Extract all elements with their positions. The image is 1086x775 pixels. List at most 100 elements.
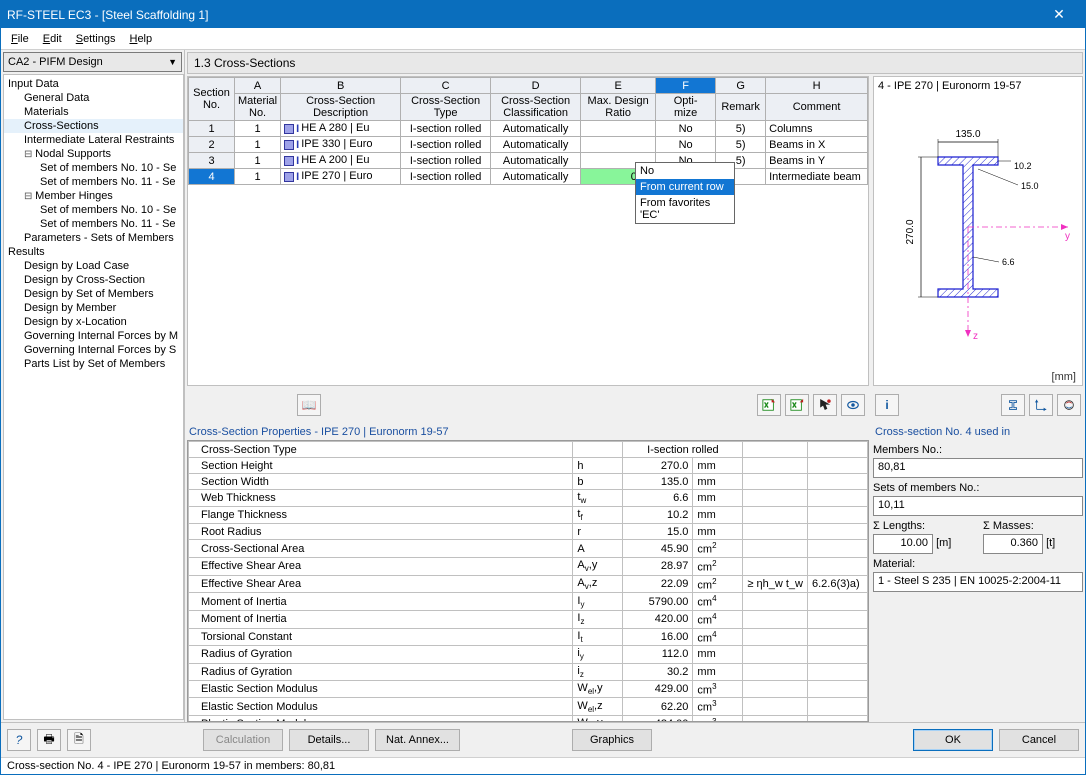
cell-type[interactable]: I-section rolled	[401, 121, 491, 137]
material-field[interactable]: 1 - Steel S 235 | EN 10025-2:2004-11	[873, 572, 1083, 592]
navigator-tree[interactable]: Input Data General Data Materials Cross-…	[3, 74, 184, 720]
sets-field[interactable]: 10,11	[873, 496, 1083, 516]
col-hdr[interactable]: Cross-SectionDescription	[281, 94, 401, 121]
cell-type[interactable]: I-section rolled	[401, 169, 491, 185]
col-letter[interactable]: D	[491, 78, 581, 94]
tree-item[interactable]: Design by Load Case	[4, 259, 183, 273]
col-letter-optimize[interactable]: F	[656, 78, 716, 94]
cancel-button[interactable]: Cancel	[999, 729, 1079, 751]
dropdown-option[interactable]: No	[636, 163, 734, 179]
tree-item[interactable]: Set of members No. 11 - Se	[4, 175, 183, 189]
cell-description[interactable]: IHE A 200 | Eu	[281, 153, 401, 169]
menu-settings[interactable]: Settings	[70, 31, 122, 47]
menu-edit[interactable]: Edit	[37, 31, 68, 47]
cell-material[interactable]: 1	[235, 169, 281, 185]
view-icon[interactable]	[841, 394, 865, 416]
nat-annex-button[interactable]: Nat. Annex...	[375, 729, 460, 751]
cell-material[interactable]: 1	[235, 137, 281, 153]
details-button[interactable]: Details...	[289, 729, 369, 751]
cross-sections-grid[interactable]: SectionNo. A B C D E F G H MaterialNo.	[187, 76, 869, 386]
menu-help[interactable]: Help	[123, 31, 158, 47]
cell-description[interactable]: IIPE 270 | Euro	[281, 169, 401, 185]
tree-item-cross-sections[interactable]: Cross-Sections	[4, 119, 183, 133]
dropdown-option[interactable]: From favorites 'EC'	[636, 195, 734, 223]
axes-icon[interactable]	[1029, 394, 1053, 416]
cell-remark[interactable]: 5)	[716, 121, 766, 137]
cell-material[interactable]: 1	[235, 153, 281, 169]
cell-type[interactable]: I-section rolled	[401, 137, 491, 153]
ok-button[interactable]: OK	[913, 729, 993, 751]
close-icon[interactable]: ✕	[1039, 5, 1079, 25]
col-hdr[interactable]: Remark	[716, 94, 766, 121]
tree-item[interactable]: Parameters - Sets of Members	[4, 231, 183, 245]
cell-class[interactable]: Automatically	[491, 121, 581, 137]
library-icon[interactable]: 📖	[297, 394, 321, 416]
cell-comment[interactable]: Beams in Y	[766, 153, 868, 169]
graphics-button[interactable]: Graphics	[572, 729, 652, 751]
print-icon[interactable]: 🖶	[37, 729, 61, 751]
col-hdr[interactable]: Cross-SectionType	[401, 94, 491, 121]
cell-optimize[interactable]: No	[656, 137, 716, 153]
tree-item[interactable]: Design by Set of Members	[4, 287, 183, 301]
row-header[interactable]: 3	[189, 153, 235, 169]
print-preview-icon[interactable]: 🗎	[67, 729, 91, 751]
tree-item[interactable]: Parts List by Set of Members	[4, 357, 183, 371]
design-case-combo[interactable]: CA2 - PIFM Design ▼	[3, 52, 182, 72]
help-icon[interactable]: ?	[7, 729, 31, 751]
tree-item[interactable]: Design by x-Location	[4, 315, 183, 329]
col-letter[interactable]: E	[581, 78, 656, 94]
row-header[interactable]: 4	[189, 169, 235, 185]
import-excel-icon[interactable]	[785, 394, 809, 416]
cell-material[interactable]: 1	[235, 121, 281, 137]
cell-ratio[interactable]	[581, 137, 656, 153]
tree-item[interactable]: Set of members No. 10 - Se	[4, 161, 183, 175]
tree-item[interactable]: Design by Member	[4, 301, 183, 315]
cell-description[interactable]: IHE A 280 | Eu	[281, 121, 401, 137]
col-letter[interactable]: A	[235, 78, 281, 94]
row-header[interactable]: 1	[189, 121, 235, 137]
cell-class[interactable]: Automatically	[491, 137, 581, 153]
col-hdr[interactable]: Comment	[766, 94, 868, 121]
cell-comment[interactable]: Columns	[766, 121, 868, 137]
col-letter[interactable]: B	[281, 78, 401, 94]
col-hdr[interactable]: MaterialNo.	[235, 94, 281, 121]
menu-file[interactable]: File	[5, 31, 35, 47]
section-view-icon[interactable]	[1001, 394, 1025, 416]
col-section-no[interactable]: SectionNo.	[189, 78, 235, 121]
cell-type[interactable]: I-section rolled	[401, 153, 491, 169]
info-icon[interactable]: i	[875, 394, 899, 416]
cell-ratio[interactable]	[581, 121, 656, 137]
cell-class[interactable]: Automatically	[491, 153, 581, 169]
properties-table[interactable]: Cross-Section TypeI-section rolledSectio…	[187, 440, 869, 722]
members-field[interactable]: 80,81	[873, 458, 1083, 478]
cell-comment[interactable]: Intermediate beam	[766, 169, 868, 185]
cell-description[interactable]: IIPE 330 | Euro	[281, 137, 401, 153]
col-hdr[interactable]: Cross-SectionClassification	[491, 94, 581, 121]
tree-item[interactable]: Set of members No. 11 - Se	[4, 217, 183, 231]
tree-results[interactable]: Results	[4, 245, 183, 259]
col-letter[interactable]: G	[716, 78, 766, 94]
tree-item[interactable]: General Data	[4, 91, 183, 105]
pick-icon[interactable]	[813, 394, 837, 416]
tree-nodal-supports[interactable]: Nodal Supports	[4, 147, 183, 161]
row-header[interactable]: 2	[189, 137, 235, 153]
col-letter[interactable]: C	[401, 78, 491, 94]
cell-remark[interactable]: 5)	[716, 137, 766, 153]
col-hdr[interactable]: Opti-mize	[656, 94, 716, 121]
tree-item[interactable]: Set of members No. 10 - Se	[4, 203, 183, 217]
stress-icon[interactable]	[1057, 394, 1081, 416]
export-excel-icon[interactable]	[757, 394, 781, 416]
col-letter[interactable]: H	[766, 78, 868, 94]
tree-item[interactable]: Governing Internal Forces by S	[4, 343, 183, 357]
tree-member-hinges[interactable]: Member Hinges	[4, 189, 183, 203]
cell-optimize[interactable]: No	[656, 121, 716, 137]
tree-item[interactable]: Materials	[4, 105, 183, 119]
tree-item[interactable]: Intermediate Lateral Restraints	[4, 133, 183, 147]
optimize-dropdown[interactable]: No From current row From favorites 'EC'	[635, 162, 735, 224]
col-hdr[interactable]: Max. DesignRatio	[581, 94, 656, 121]
calculation-button[interactable]: Calculation	[203, 729, 283, 751]
tree-input-data[interactable]: Input Data	[4, 77, 183, 91]
dropdown-option[interactable]: From current row	[636, 179, 734, 195]
tree-item[interactable]: Design by Cross-Section	[4, 273, 183, 287]
cell-class[interactable]: Automatically	[491, 169, 581, 185]
